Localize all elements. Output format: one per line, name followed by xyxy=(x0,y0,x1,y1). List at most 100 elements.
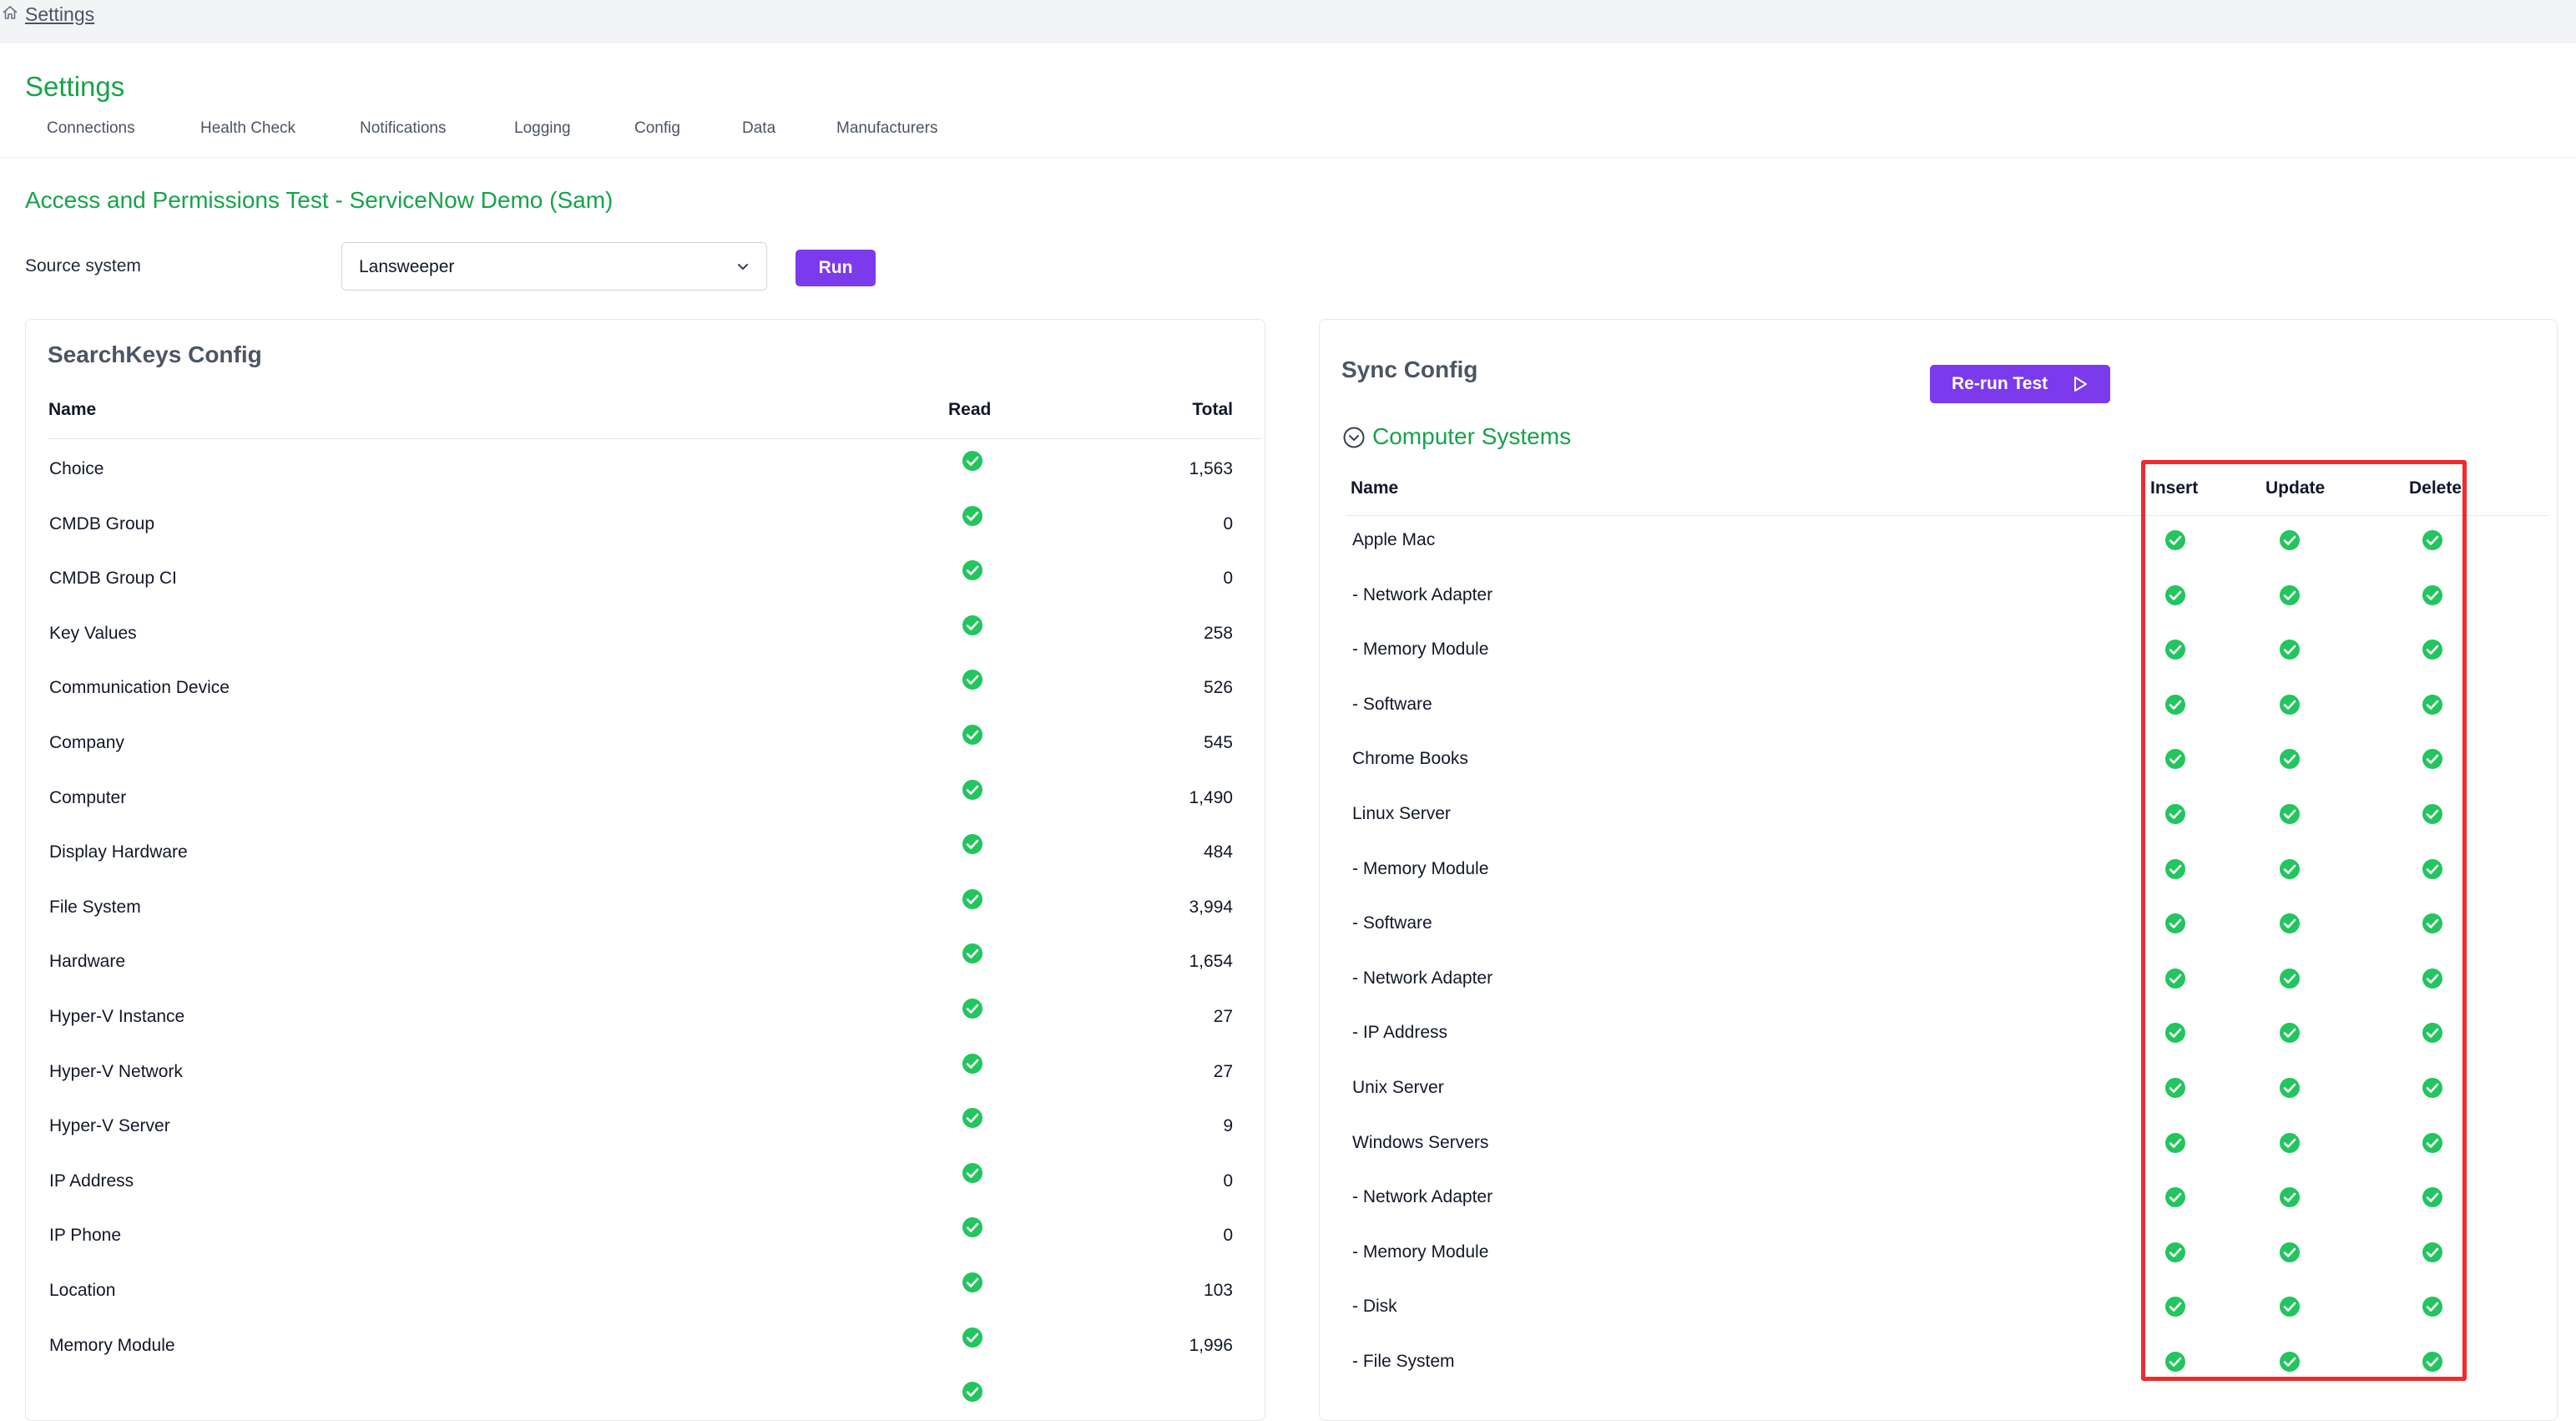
sync-row: - IP Address xyxy=(1319,1015,2558,1049)
column-header-name: Name xyxy=(48,400,97,419)
sync-row-name: - Software xyxy=(1352,694,1432,714)
table-row: Location 103 xyxy=(26,1271,1265,1304)
insert-check-icon xyxy=(2165,1132,2185,1153)
delete-check-icon xyxy=(2422,1132,2442,1153)
table-row: Hyper-V Network 27 xyxy=(26,1052,1265,1085)
row-name: Choice xyxy=(49,459,104,478)
sync-row: Windows Servers xyxy=(1319,1125,2558,1159)
row-name: Location xyxy=(49,1281,116,1300)
row-total: 3,994 xyxy=(1189,897,1233,917)
sync-delete-header-clip: Delete xyxy=(2404,476,2462,503)
column-header-read: Read xyxy=(948,400,992,419)
read-check-icon xyxy=(962,834,982,855)
sync-column-header-delete: Delete xyxy=(2409,478,2462,498)
row-name: Hyper-V Network xyxy=(49,1061,183,1081)
tab-notifications[interactable]: Notifications xyxy=(360,114,447,144)
sync-column-header-insert: Insert xyxy=(2150,478,2199,498)
update-check-icon xyxy=(2280,1132,2300,1153)
update-check-icon xyxy=(2280,1352,2300,1372)
update-check-icon xyxy=(2280,530,2300,550)
tab-data[interactable]: Data xyxy=(742,114,775,144)
sync-column-header-name: Name xyxy=(1351,478,1399,498)
insert-check-icon xyxy=(2165,694,2185,715)
rerun-test-button[interactable]: Re-run Test xyxy=(1930,365,2110,403)
read-check-icon xyxy=(962,670,982,690)
insert-check-icon xyxy=(2165,804,2185,824)
insert-check-icon xyxy=(2165,749,2185,770)
insert-check-icon xyxy=(2165,913,2185,934)
read-check-icon xyxy=(962,1327,982,1348)
sync-row: - Network Adapter xyxy=(1319,1180,2558,1213)
update-check-icon xyxy=(2280,1297,2300,1317)
row-total: 0 xyxy=(1223,1226,1233,1246)
run-button[interactable]: Run xyxy=(796,250,876,286)
chevron-down-icon xyxy=(738,264,748,270)
tab-manufacturers[interactable]: Manufacturers xyxy=(836,114,937,144)
row-total: 0 xyxy=(1223,513,1233,534)
computer-systems-group-title[interactable]: Computer Systems xyxy=(1372,420,1571,453)
delete-check-icon xyxy=(2422,1023,2442,1044)
home-icon[interactable] xyxy=(2,4,18,21)
read-check-icon xyxy=(962,999,982,1019)
column-header-total: Total xyxy=(1192,400,1233,419)
read-check-icon xyxy=(962,1053,982,1074)
tab-logging[interactable]: Logging xyxy=(514,114,571,144)
tab-health-check[interactable]: Health Check xyxy=(200,114,295,144)
breadcrumb-settings-link[interactable]: Settings xyxy=(25,2,94,27)
update-check-icon xyxy=(2280,1187,2300,1208)
row-total: 0 xyxy=(1223,1171,1233,1191)
row-total: 1,654 xyxy=(1189,952,1233,972)
read-check-icon xyxy=(962,1272,982,1292)
delete-check-icon xyxy=(2422,640,2442,660)
read-check-icon xyxy=(962,779,982,800)
sync-row: Linux Server xyxy=(1319,796,2558,830)
table-row: CMDB Group CI 0 xyxy=(26,559,1265,592)
sync-row: Apple Mac xyxy=(1319,523,2558,556)
sync-row-name: - Disk xyxy=(1352,1297,1397,1317)
delete-check-icon xyxy=(2422,1352,2442,1372)
delete-check-icon xyxy=(2422,858,2442,879)
read-check-icon xyxy=(962,943,982,964)
row-total: 258 xyxy=(1203,623,1233,643)
row-name: Hardware xyxy=(49,952,126,972)
table-row: Memory Module 1,996 xyxy=(26,1326,1265,1359)
row-total: 1,563 xyxy=(1189,459,1233,478)
page-title: Settings xyxy=(25,71,125,102)
insert-check-icon xyxy=(2165,1352,2185,1372)
read-check-icon xyxy=(962,1108,982,1129)
update-check-icon xyxy=(2280,749,2300,770)
row-name: IP Address xyxy=(49,1171,134,1191)
table-row: IP Phone 0 xyxy=(26,1216,1265,1249)
source-system-select[interactable]: Lansweeper xyxy=(341,242,767,291)
sync-row-name: - Network Adapter xyxy=(1352,1187,1493,1207)
insert-check-icon xyxy=(2165,1023,2185,1044)
update-check-icon xyxy=(2280,1241,2300,1262)
row-name: CMDB Group CI xyxy=(49,569,177,589)
table-row: Communication Device 526 xyxy=(26,668,1265,701)
table-row: Display Hardware 484 xyxy=(26,832,1265,866)
sync-row: - Memory Module xyxy=(1319,1235,2558,1268)
sync-row-name: - Network Adapter xyxy=(1352,968,1493,988)
source-system-value: Lansweeper xyxy=(359,257,455,276)
searchkeys-title: SearchKeys Config xyxy=(48,341,262,367)
top-bar: Settings xyxy=(0,0,2576,43)
source-system-label: Source system xyxy=(25,256,141,276)
row-total: 545 xyxy=(1203,733,1233,752)
update-check-icon xyxy=(2280,640,2300,660)
table-row: Hyper-V Server 9 xyxy=(26,1106,1265,1140)
insert-check-icon xyxy=(2165,968,2185,989)
row-total: 526 xyxy=(1203,678,1233,698)
collapse-circle-icon[interactable] xyxy=(1342,426,1366,449)
tab-connections[interactable]: Connections xyxy=(47,114,135,144)
read-check-icon xyxy=(962,505,982,526)
row-name: Communication Device xyxy=(49,678,230,698)
row-name: Hyper-V Instance xyxy=(49,1007,185,1026)
row-name: Computer xyxy=(49,787,127,807)
tab-config[interactable]: Config xyxy=(634,114,680,144)
sync-row-name: - Memory Module xyxy=(1352,858,1489,878)
sync-row-name: Linux Server xyxy=(1352,804,1451,823)
delete-check-icon xyxy=(2422,1297,2442,1317)
sync-row-name: Unix Server xyxy=(1352,1078,1444,1097)
table-row: File System 3,994 xyxy=(26,887,1265,921)
sync-row-name: - Network Adapter xyxy=(1352,584,1493,604)
